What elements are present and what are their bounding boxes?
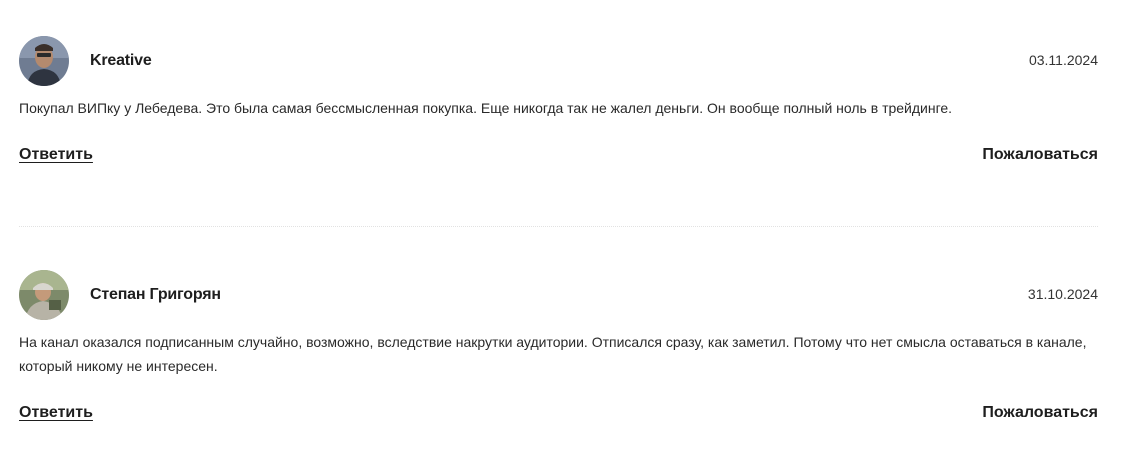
comment-actions: Ответить Пожаловаться [19,146,1098,170]
comment-date: 03.11.2024 [1028,52,1098,68]
avatar[interactable] [19,36,69,86]
comment-divider [19,226,1098,227]
comment-text: Покупал ВИПку у Лебедева. Это была самая… [19,100,953,116]
comment-author: Степан Григорян [90,286,221,303]
report-button[interactable]: Пожаловаться [982,404,1098,422]
reply-button[interactable]: Ответить [19,146,93,164]
comment-item: Kreative 03.11.2024 Покупал ВИПку у Лебе… [19,36,1098,170]
comment-text: На канал оказался подписанным случайно, … [19,334,1087,374]
report-button[interactable]: Пожаловаться [982,146,1098,164]
avatar[interactable] [19,270,69,320]
comment-item: Степан Григорян 31.10.2024 На канал оказ… [19,270,1098,428]
reply-button[interactable]: Ответить [19,404,93,422]
comment-author: Kreative [90,52,152,69]
comment-header: Степан Григорян 31.10.2024 [19,270,1098,320]
comment-header: Kreative 03.11.2024 [19,36,1098,86]
comment-date: 31.10.2024 [1027,286,1098,302]
comment-actions: Ответить Пожаловаться [19,404,1098,428]
